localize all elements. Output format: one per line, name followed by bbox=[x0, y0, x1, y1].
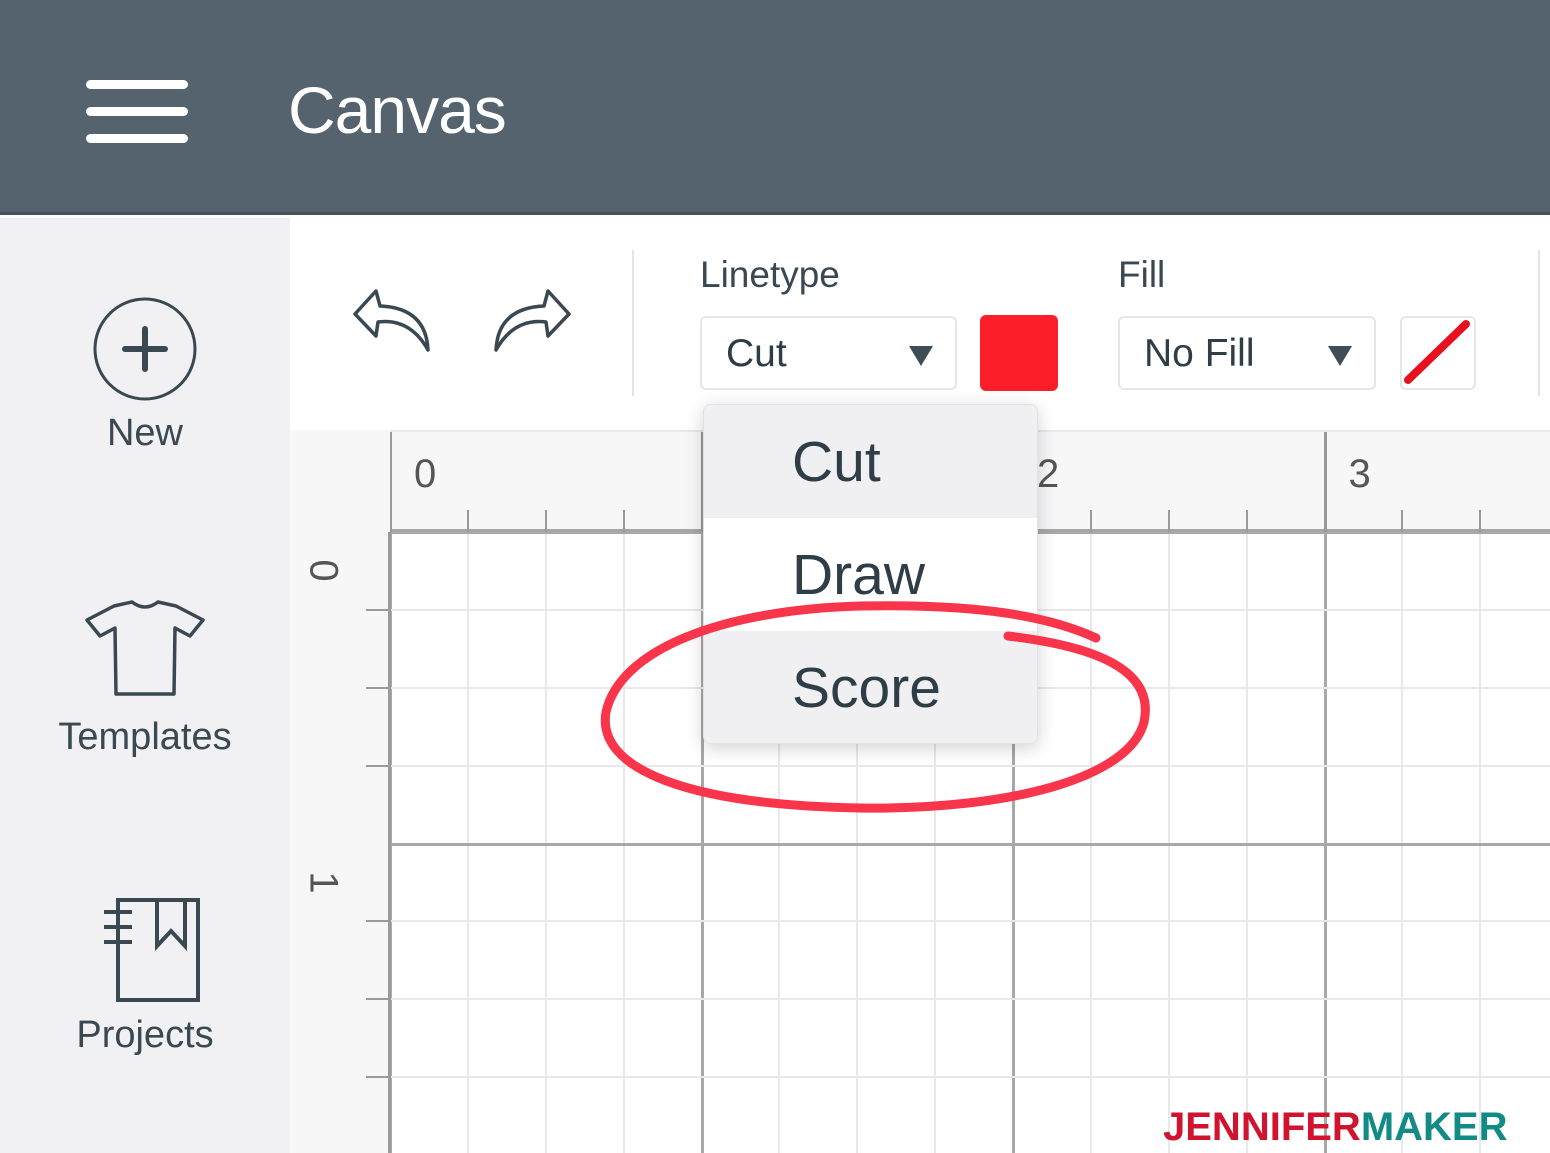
sidebar-item-label: Templates bbox=[58, 716, 232, 758]
ruler-label: 1 bbox=[301, 870, 346, 894]
grid-minor-line bbox=[290, 764, 1550, 767]
chevron-down-icon bbox=[1328, 346, 1352, 366]
ruler-tick bbox=[1401, 510, 1404, 532]
linetype-option-score[interactable]: Score bbox=[704, 631, 1037, 743]
linetype-dropdown-menu: Cut Draw Score bbox=[703, 404, 1038, 744]
undo-icon[interactable] bbox=[352, 288, 434, 354]
fill-select-value: No Fill bbox=[1144, 332, 1255, 375]
ruler-border bbox=[388, 532, 391, 1153]
sidebar-item-templates[interactable]: Templates bbox=[0, 598, 290, 759]
sidebar-item-label: New bbox=[106, 412, 184, 454]
notebook-bookmark-icon bbox=[104, 898, 200, 1002]
menu-item-label: Cut bbox=[792, 430, 881, 494]
grid-major-line bbox=[1323, 430, 1327, 1153]
grid-minor-line bbox=[290, 998, 1550, 1001]
ruler-tick bbox=[1167, 510, 1170, 532]
grid-minor-line bbox=[544, 430, 547, 1153]
watermark-logo: JENNIFERMAKER bbox=[1163, 1105, 1507, 1150]
toolbar-divider bbox=[632, 250, 634, 396]
toolbar-divider bbox=[1538, 250, 1540, 396]
fill-color-swatch[interactable] bbox=[1400, 316, 1476, 390]
no-fill-slash-icon bbox=[1404, 320, 1470, 384]
ruler-tick bbox=[466, 510, 469, 532]
chevron-down-icon bbox=[909, 346, 933, 366]
menu-item-label: Score bbox=[792, 656, 941, 720]
linetype-select-value: Cut bbox=[726, 332, 787, 375]
ruler-tick bbox=[622, 510, 625, 532]
redo-icon[interactable] bbox=[490, 288, 572, 354]
linetype-option-cut[interactable]: Cut bbox=[704, 405, 1037, 518]
tshirt-icon bbox=[85, 600, 205, 696]
ruler-tick bbox=[544, 510, 547, 532]
ruler-major-tick bbox=[1323, 432, 1327, 532]
page-title: Canvas bbox=[288, 73, 507, 147]
ruler-tick bbox=[1089, 510, 1092, 532]
sidebar-item-new[interactable]: New bbox=[0, 294, 290, 455]
ruler-tick bbox=[366, 608, 390, 611]
toolbar: Linetype Cut Fill No Fill bbox=[290, 218, 1550, 430]
app-header: Canvas bbox=[0, 0, 1550, 215]
sidebar: New Templates Projects bbox=[0, 218, 290, 1153]
watermark-part2: MAKER bbox=[1360, 1105, 1508, 1149]
sidebar-item-label: Projects bbox=[76, 1014, 214, 1056]
grid-minor-line bbox=[1245, 430, 1248, 1153]
ruler-vertical: 01 bbox=[290, 532, 391, 1153]
ruler-tick bbox=[366, 764, 390, 767]
grid-minor-line bbox=[290, 1076, 1550, 1079]
ruler-label: 2 bbox=[1037, 452, 1060, 496]
grid-minor-line bbox=[1479, 430, 1482, 1153]
menu-item-label: Draw bbox=[792, 543, 926, 607]
sidebar-item-projects[interactable]: Projects bbox=[0, 896, 290, 1057]
grid-minor-line bbox=[1401, 430, 1404, 1153]
ruler-tick bbox=[366, 686, 390, 689]
grid-major-line bbox=[290, 842, 1550, 846]
linetype-color-swatch[interactable] bbox=[980, 315, 1058, 391]
grid-minor-line bbox=[1167, 430, 1170, 1153]
linetype-option-draw[interactable]: Draw bbox=[704, 518, 1037, 631]
linetype-select[interactable]: Cut bbox=[700, 316, 957, 390]
grid-minor-line bbox=[466, 430, 469, 1153]
ruler-tick bbox=[366, 998, 390, 1001]
ruler-corner bbox=[290, 430, 390, 532]
ruler-tick bbox=[366, 920, 390, 923]
grid-minor-line bbox=[290, 920, 1550, 923]
ruler-label: 0 bbox=[414, 452, 437, 496]
ruler-tick bbox=[1479, 510, 1482, 532]
ruler-tick bbox=[366, 1076, 390, 1079]
plus-circle-icon bbox=[93, 297, 197, 401]
watermark-part1: JENNIFER bbox=[1163, 1105, 1361, 1149]
ruler-label: 0 bbox=[301, 559, 346, 582]
linetype-label: Linetype bbox=[700, 254, 840, 295]
grid-minor-line bbox=[1089, 430, 1092, 1153]
grid-minor-line bbox=[622, 430, 625, 1153]
ruler-tick bbox=[1245, 510, 1248, 532]
fill-select[interactable]: No Fill bbox=[1118, 316, 1376, 390]
hamburger-menu-icon[interactable] bbox=[86, 80, 188, 144]
fill-label: Fill bbox=[1118, 254, 1166, 295]
ruler-label: 3 bbox=[1348, 452, 1371, 496]
